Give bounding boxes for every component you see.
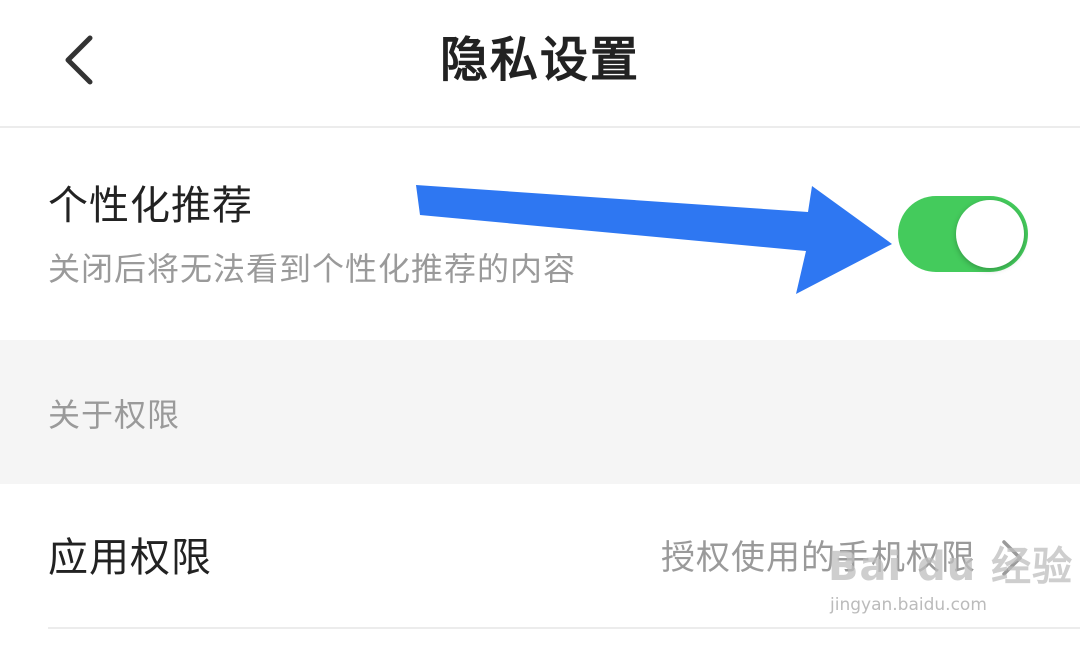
privacy-settings-page: 隐私设置 个性化推荐 关闭后将无法看到个性化推荐的内容 关于权限 应用权限 授权… — [0, 0, 1080, 646]
personalized-recommendation-row: 个性化推荐 关闭后将无法看到个性化推荐的内容 — [0, 128, 1080, 340]
recommendation-description: 关闭后将无法看到个性化推荐的内容 — [48, 250, 577, 288]
app-permissions-title: 应用权限 — [48, 535, 212, 581]
section-label: 关于权限 — [48, 396, 181, 434]
top-bar: 隐私设置 — [0, 0, 1080, 128]
section-header-permissions: 关于权限 — [0, 340, 1080, 484]
row-divider — [48, 627, 1080, 629]
recommendation-title: 个性化推荐 — [48, 183, 253, 229]
chevron-right-icon — [1002, 540, 1022, 576]
app-permissions-value: 授权使用的手机权限 — [661, 538, 976, 578]
toggle-knob — [956, 200, 1024, 268]
app-permissions-row[interactable]: 应用权限 授权使用的手机权限 — [0, 484, 1080, 628]
recommendation-toggle[interactable] — [898, 196, 1028, 272]
page-title: 隐私设置 — [439, 32, 640, 88]
